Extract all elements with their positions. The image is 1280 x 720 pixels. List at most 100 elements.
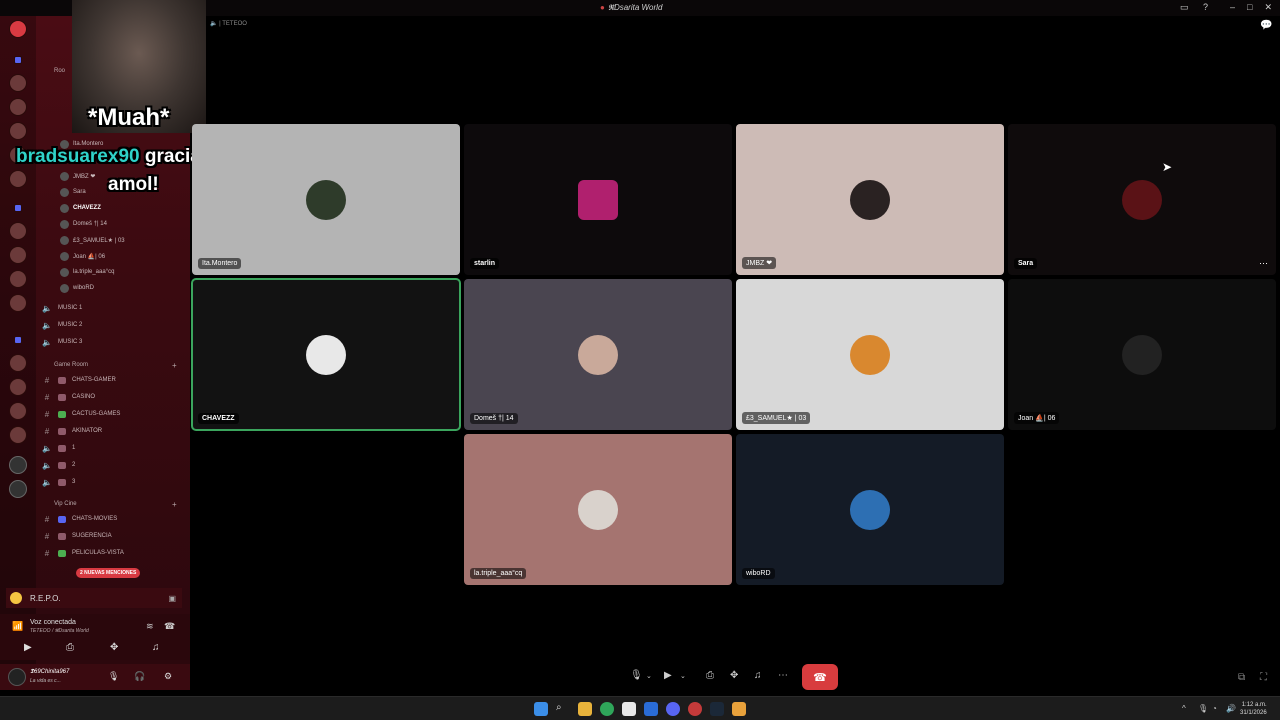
app-icon[interactable] <box>688 702 702 716</box>
video-tile[interactable]: £3_SAMUEL★ | 03 <box>736 279 1004 430</box>
video-tile[interactable]: Joan ⛵| 06 <box>1008 279 1276 430</box>
server-folder-icon[interactable] <box>14 336 22 344</box>
microphone-icon[interactable]: 🎙 <box>108 671 119 682</box>
server-icon[interactable] <box>9 74 27 92</box>
voice-user[interactable]: Joan ⛵| 06 <box>60 250 105 262</box>
voice-channel[interactable]: 🔈 1 <box>42 442 75 454</box>
username[interactable]: 𝕯69Chinita967 <box>30 669 69 676</box>
voice-channel[interactable]: 🔈 3 <box>42 476 75 488</box>
add-server-icon[interactable] <box>9 456 27 474</box>
server-icon[interactable] <box>9 270 27 288</box>
text-channel[interactable]: # PELICULAS-VISTA <box>42 547 124 559</box>
video-tile[interactable]: la.triple_aaa°cq <box>464 434 732 585</box>
network-icon[interactable]: ◔ <box>1212 704 1217 713</box>
voice-location[interactable]: TETEOO / 𝕽Dsarita World <box>30 628 89 634</box>
chevron-down-icon[interactable]: ⌄ <box>680 672 686 680</box>
screenshare-icon[interactable]: ⎙ <box>66 642 74 653</box>
activity-status[interactable]: R.E.P.O. ▣ <box>6 588 182 608</box>
maximize-icon[interactable]: □ <box>1247 2 1252 13</box>
voice-user[interactable]: CHAVEZZ <box>60 202 101 214</box>
video-tile[interactable]: Domeš †| 14 <box>464 279 732 430</box>
chevron-down-icon[interactable]: ⌄ <box>646 672 652 680</box>
popout-icon[interactable]: ⧉ <box>1238 672 1245 683</box>
video-tile[interactable]: Ita.Montero <box>192 124 460 275</box>
voice-channel[interactable]: 🔈 2 <box>42 459 75 471</box>
headphones-icon[interactable]: 🎧 <box>134 671 145 682</box>
more-icon[interactable]: ⋯ <box>778 670 788 681</box>
category-header[interactable]: Vip Cine + <box>54 500 177 509</box>
camera-icon[interactable]: ▶ <box>664 670 672 681</box>
activities-icon[interactable]: ✥ <box>110 642 118 653</box>
store-icon[interactable] <box>622 702 636 716</box>
category-header[interactable]: Roo <box>54 68 65 74</box>
server-folder-icon[interactable] <box>14 204 22 212</box>
fullscreen-icon[interactable]: ⛶ <box>1260 672 1267 683</box>
server-icon[interactable] <box>9 426 27 444</box>
inbox-icon[interactable]: ▭ <box>1180 2 1189 13</box>
server-icon[interactable] <box>9 170 27 188</box>
server-folder-icon[interactable] <box>14 56 22 64</box>
discord-icon[interactable] <box>666 702 680 716</box>
video-tile[interactable]: starlin <box>464 124 732 275</box>
camera-icon[interactable]: ▶ <box>24 642 32 653</box>
discover-icon[interactable] <box>9 480 27 498</box>
voice-channel[interactable]: 🔈 MUSIC 1 <box>42 302 82 314</box>
server-icon[interactable] <box>9 294 27 312</box>
text-channel[interactable]: # CHATS-MOVIES <box>42 513 117 525</box>
voice-channel[interactable]: 🔈 MUSIC 2 <box>42 319 82 331</box>
soundboard-icon[interactable]: ♫ <box>754 670 762 681</box>
text-channel[interactable]: # CASINO <box>42 391 95 403</box>
chat-icon[interactable]: 💬 <box>1260 20 1272 31</box>
microphone-icon[interactable]: 🎙 <box>630 670 643 681</box>
search-icon[interactable]: ⌕ <box>556 702 570 716</box>
edge-icon[interactable] <box>600 702 614 716</box>
system-clock[interactable]: 1:12 a.m. 31/1/2026 <box>1240 701 1267 717</box>
add-channel-icon[interactable]: + <box>172 500 177 509</box>
screenshare-icon[interactable]: ⎙ <box>706 670 714 681</box>
close-icon[interactable]: ✕ <box>1264 2 1272 13</box>
app-icon[interactable] <box>732 702 746 716</box>
text-channel[interactable]: # AKINATOR <box>42 425 102 437</box>
server-icon[interactable] <box>9 98 27 116</box>
server-icon[interactable] <box>9 222 27 240</box>
server-icon[interactable] <box>9 122 27 140</box>
soundboard-icon[interactable]: ♫ <box>152 642 160 653</box>
minimize-icon[interactable]: – <box>1230 2 1235 13</box>
server-icon[interactable] <box>9 378 27 396</box>
app-icon[interactable] <box>644 702 658 716</box>
voice-user[interactable]: JMBZ ❤ <box>60 170 95 182</box>
server-icon[interactable] <box>9 246 27 264</box>
voice-user[interactable]: £3_SAMUEL★ | 03 <box>60 234 125 246</box>
file-explorer-icon[interactable] <box>578 702 592 716</box>
noise-suppression-icon[interactable]: ≋ <box>146 621 154 632</box>
help-icon[interactable]: ? <box>1203 2 1208 12</box>
video-tile[interactable]: wiboRD <box>736 434 1004 585</box>
activities-icon[interactable]: ✥ <box>730 670 738 681</box>
server-icon[interactable] <box>9 354 27 372</box>
voice-user[interactable]: Sara <box>60 186 86 198</box>
voice-channel[interactable]: 🔈 MUSIC 3 <box>42 336 82 348</box>
screen-icon[interactable]: ▣ <box>168 594 176 603</box>
settings-gear-icon[interactable]: ⚙ <box>164 671 172 682</box>
server-icon[interactable] <box>9 402 27 420</box>
steam-icon[interactable] <box>710 702 724 716</box>
avatar[interactable] <box>8 668 26 686</box>
disconnect-button[interactable]: ☎ <box>802 664 838 690</box>
voice-user[interactable]: Domeš †| 14 <box>60 218 107 230</box>
windows-start-icon[interactable] <box>534 702 548 716</box>
voice-user[interactable]: wiboRD <box>60 282 94 294</box>
chevron-up-icon[interactable]: ^ <box>1182 704 1186 713</box>
text-channel[interactable]: # CACTUS-GAMES <box>42 408 121 420</box>
microphone-icon[interactable]: 🎙 <box>1198 704 1208 713</box>
mentions-badge[interactable]: 2 NUEVAS MENCIONES <box>76 568 141 578</box>
video-tile[interactable]: Sara ⋯ <box>1008 124 1276 275</box>
category-header[interactable]: Game Room + <box>54 361 177 370</box>
disconnect-icon[interactable]: ☎ <box>164 621 175 632</box>
add-channel-icon[interactable]: + <box>172 361 177 370</box>
video-tile[interactable]: CHAVEZZ <box>191 278 461 431</box>
server-icon[interactable] <box>9 20 27 38</box>
video-tile[interactable]: JMBZ ❤ <box>736 124 1004 275</box>
voice-user[interactable]: la.triple_aaa°cq <box>60 266 114 278</box>
volume-icon[interactable]: 🔊 <box>1226 704 1236 713</box>
text-channel[interactable]: # SUGERENCIA <box>42 530 112 542</box>
